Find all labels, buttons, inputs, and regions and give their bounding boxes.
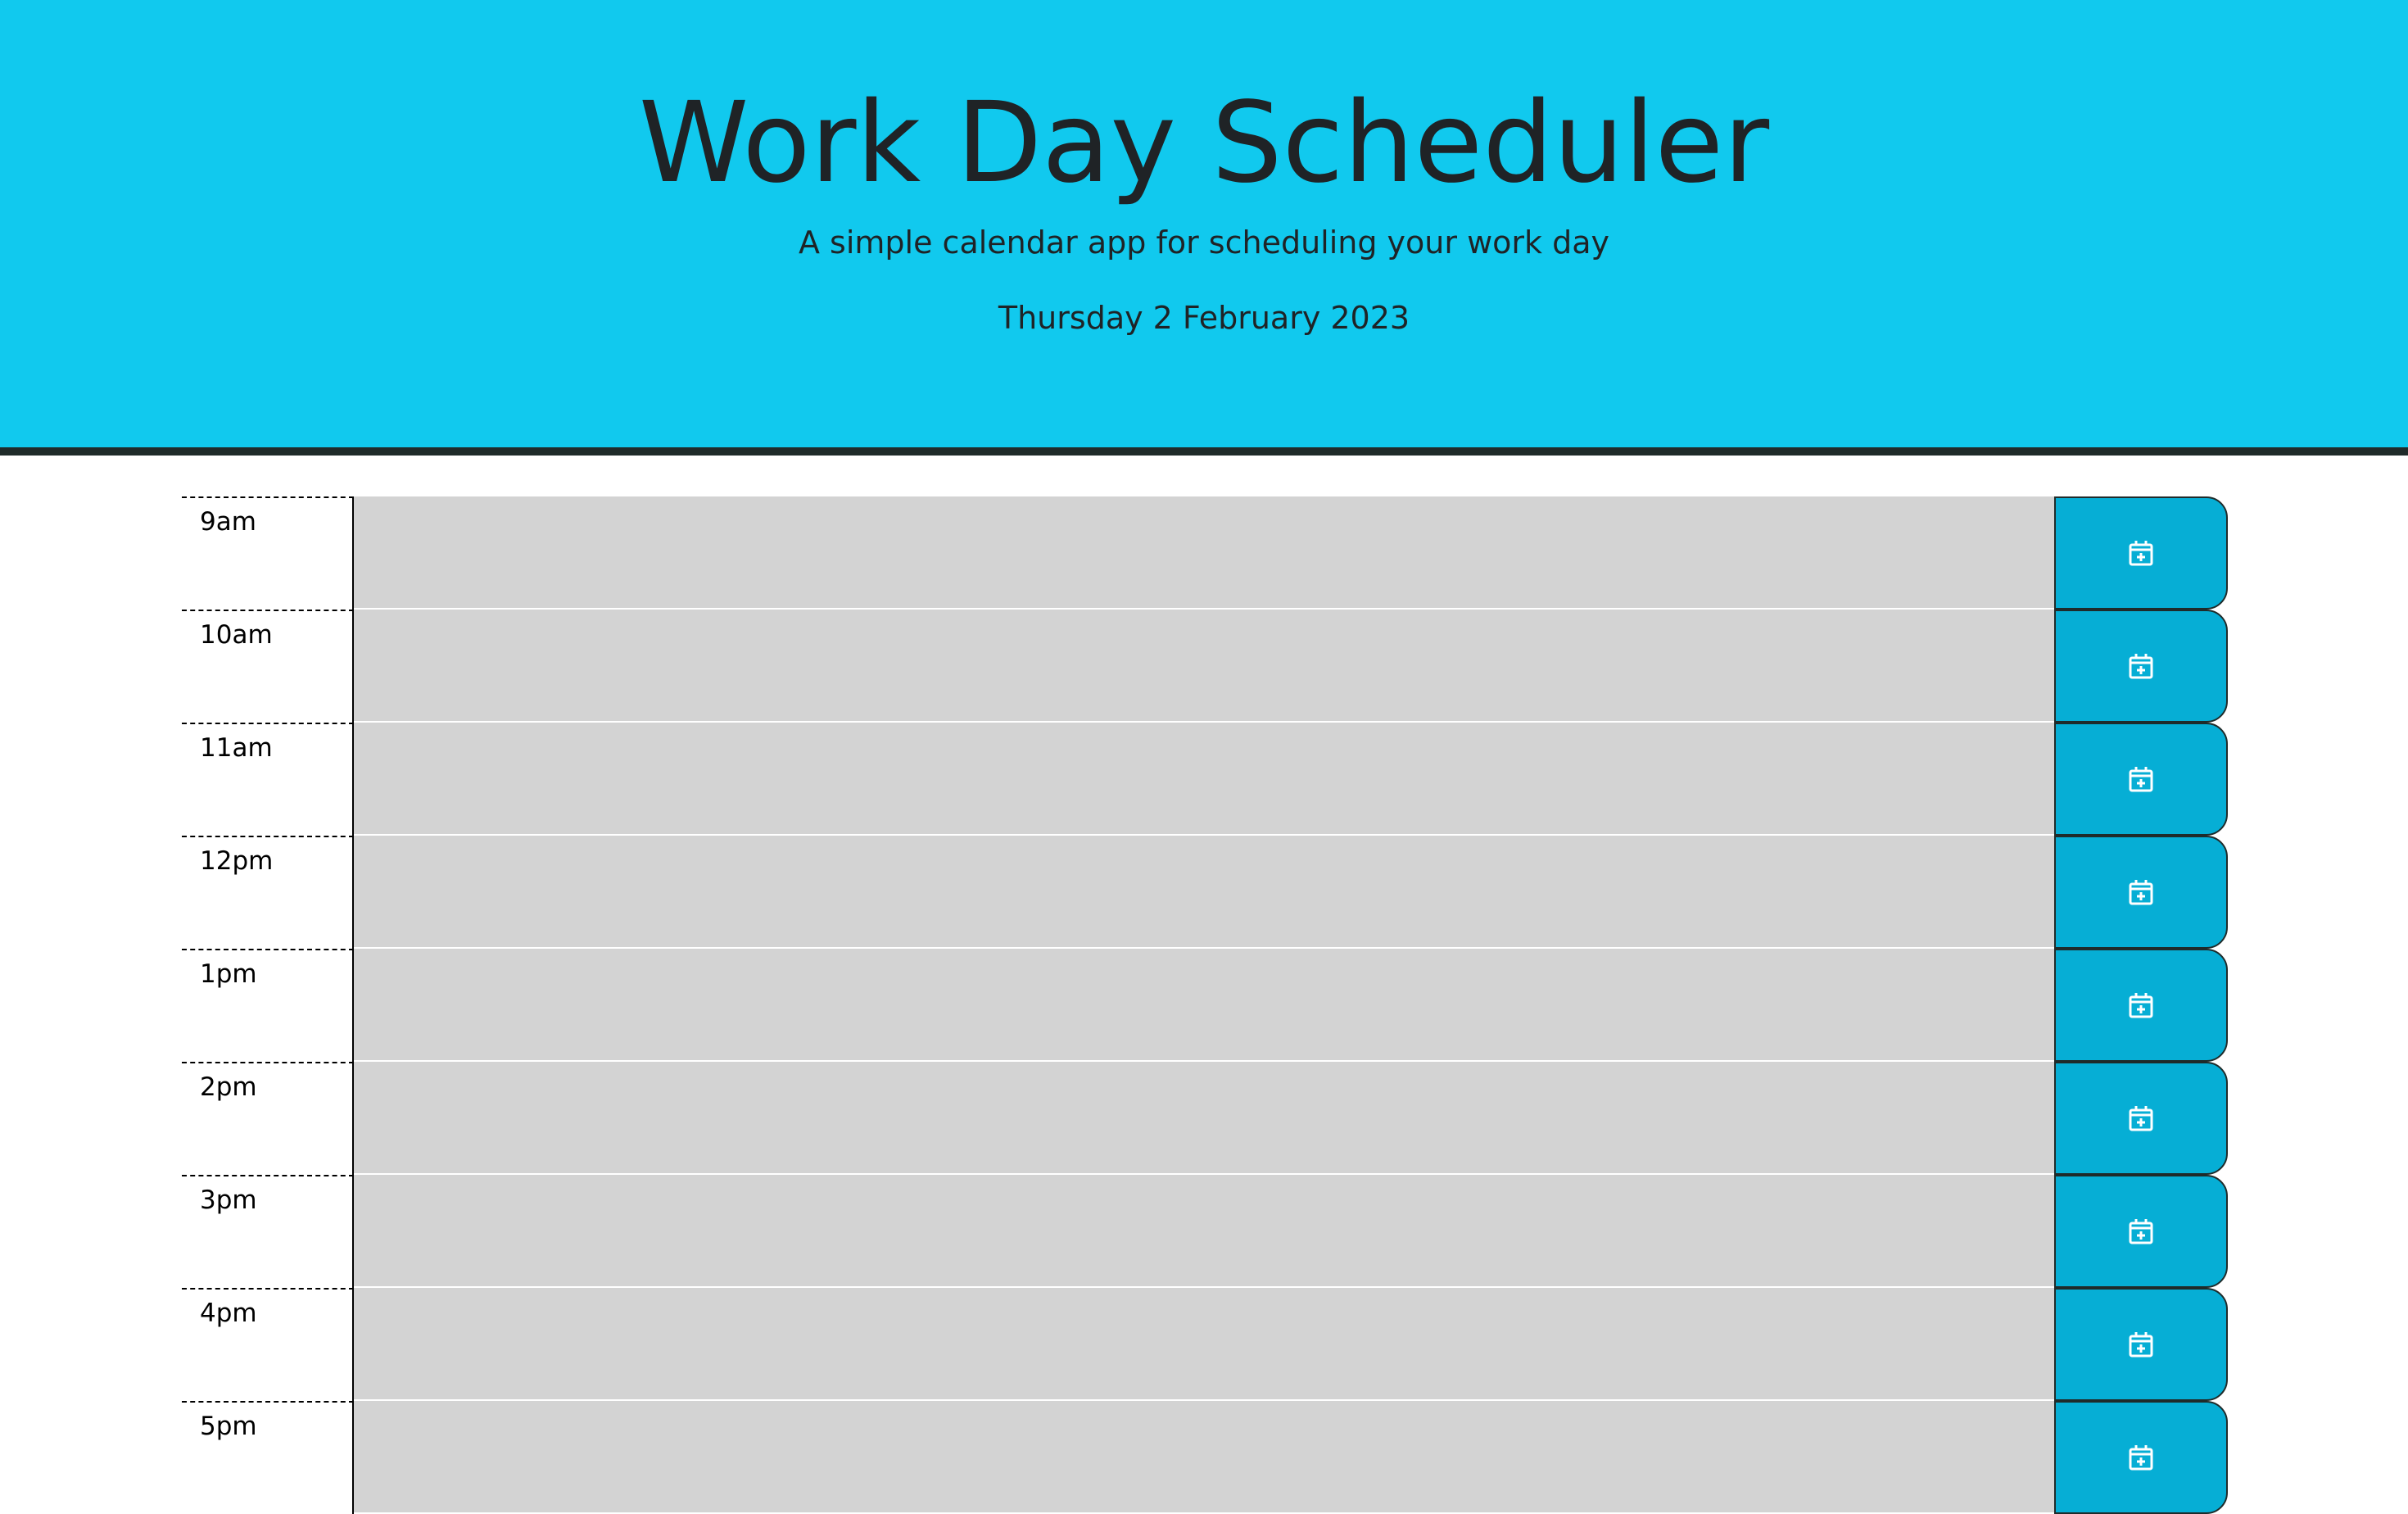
hour-cell: 4pm xyxy=(182,1288,354,1401)
time-block-12pm: 12pm xyxy=(182,836,2228,949)
time-block-5pm: 5pm xyxy=(182,1401,2228,1514)
calendar-plus-icon xyxy=(2129,993,2153,1018)
calendar-plus-icon xyxy=(2129,880,2153,905)
hour-label: 12pm xyxy=(200,846,274,876)
hour-cell: 12pm xyxy=(182,836,354,949)
hour-label: 3pm xyxy=(200,1185,257,1215)
save-button[interactable] xyxy=(2054,1401,2228,1514)
hour-cell: 2pm xyxy=(182,1062,354,1175)
description-input[interactable] xyxy=(354,836,2054,949)
save-button[interactable] xyxy=(2054,836,2228,949)
time-block-10am: 10am xyxy=(182,610,2228,723)
description-input[interactable] xyxy=(354,1401,2054,1514)
hour-cell: 3pm xyxy=(182,1175,354,1288)
save-button[interactable] xyxy=(2054,1288,2228,1401)
hour-cell: 5pm xyxy=(182,1401,354,1514)
page-header: Work Day Scheduler A simple calendar app… xyxy=(0,0,2408,456)
description-input[interactable] xyxy=(354,949,2054,1062)
description-input[interactable] xyxy=(354,496,2054,610)
hour-label: 1pm xyxy=(200,959,257,989)
time-block-9am: 9am xyxy=(182,496,2228,610)
description-input[interactable] xyxy=(354,1175,2054,1288)
calendar-plus-icon xyxy=(2129,654,2153,679)
page-title: Work Day Scheduler xyxy=(638,79,1770,208)
time-block-2pm: 2pm xyxy=(182,1062,2228,1175)
calendar-plus-icon xyxy=(2129,1219,2153,1244)
hour-label: 2pm xyxy=(200,1072,257,1102)
save-button[interactable] xyxy=(2054,1062,2228,1175)
time-block-4pm: 4pm xyxy=(182,1288,2228,1401)
hour-label: 9am xyxy=(200,507,256,537)
calendar-plus-icon xyxy=(2129,1445,2153,1471)
hour-label: 10am xyxy=(200,620,273,650)
hour-cell: 10am xyxy=(182,610,354,723)
time-block-3pm: 3pm xyxy=(182,1175,2228,1288)
calendar-plus-icon xyxy=(2129,541,2153,566)
time-block-1pm: 1pm xyxy=(182,949,2228,1062)
page-subtitle: A simple calendar app for scheduling you… xyxy=(798,224,1610,261)
current-date: Thursday 2 February 2023 xyxy=(998,300,1410,336)
save-button[interactable] xyxy=(2054,1175,2228,1288)
save-button[interactable] xyxy=(2054,949,2228,1062)
time-block-list: 9am 10am 11am 12pm 1pm 2pm 3pm 4pm 5pm xyxy=(182,496,2228,1514)
description-input[interactable] xyxy=(354,610,2054,723)
save-button[interactable] xyxy=(2054,496,2228,610)
save-button[interactable] xyxy=(2054,610,2228,723)
hour-label: 5pm xyxy=(200,1412,257,1441)
hour-cell: 9am xyxy=(182,496,354,610)
save-button[interactable] xyxy=(2054,723,2228,836)
time-block-11am: 11am xyxy=(182,723,2228,836)
description-input[interactable] xyxy=(354,1062,2054,1175)
hour-label: 4pm xyxy=(200,1299,257,1328)
hour-label: 11am xyxy=(200,733,273,763)
calendar-plus-icon xyxy=(2129,1332,2153,1358)
calendar-plus-icon xyxy=(2129,1106,2153,1131)
calendar-plus-icon xyxy=(2129,767,2153,792)
description-input[interactable] xyxy=(354,1288,2054,1401)
hour-cell: 1pm xyxy=(182,949,354,1062)
description-input[interactable] xyxy=(354,723,2054,836)
hour-cell: 11am xyxy=(182,723,354,836)
